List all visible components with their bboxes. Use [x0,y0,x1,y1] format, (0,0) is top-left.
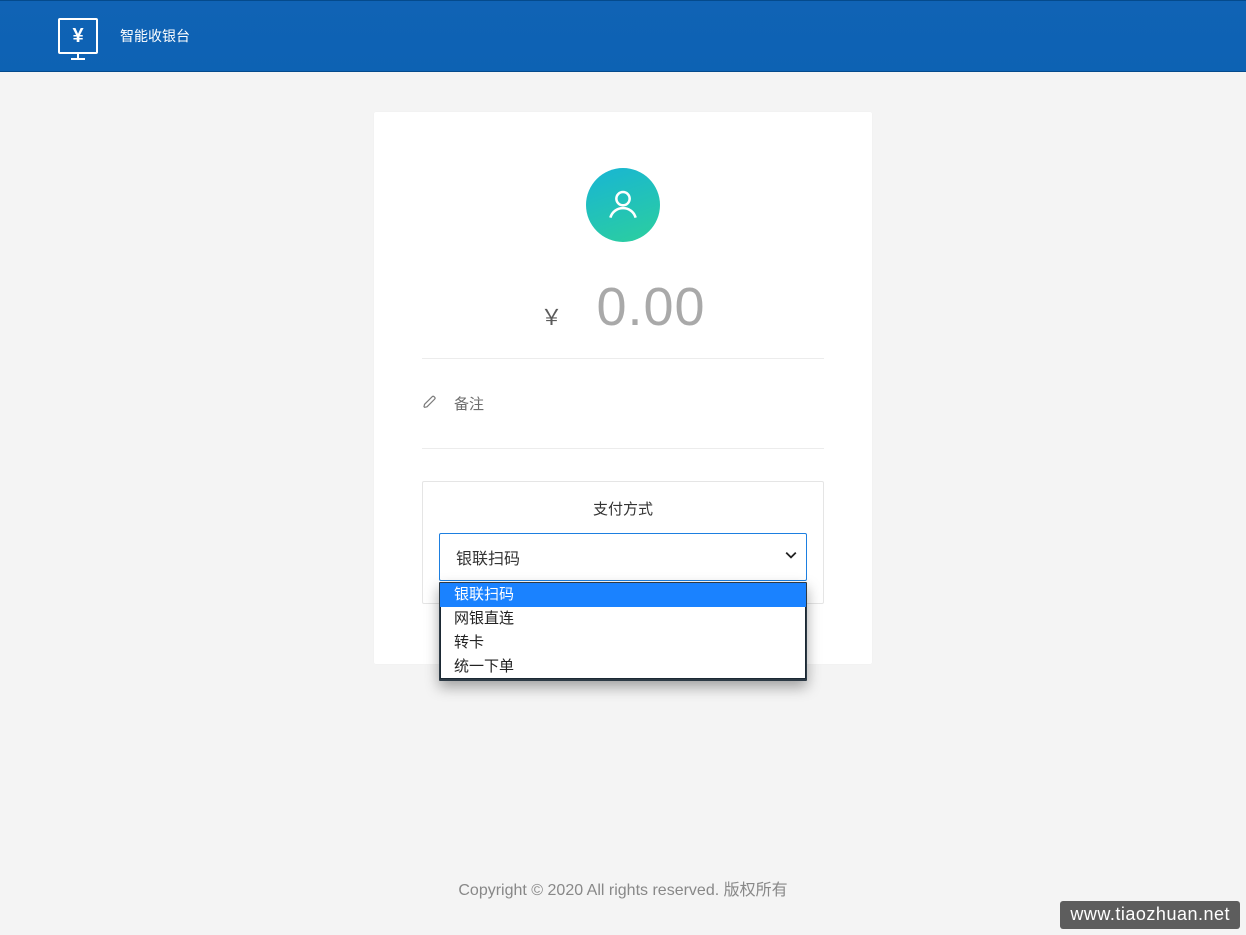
payment-method-select[interactable]: 银联扫码 [439,533,807,581]
avatar-icon [586,168,660,242]
payment-method-selected: 银联扫码 [456,545,520,569]
amount-row: ￥ 0.00 [422,276,824,359]
amount-value[interactable]: 0.00 [596,276,705,338]
watermark: www.tiaozhuan.net [1060,901,1240,929]
app-title: 智能收银台 [120,26,190,46]
payment-option[interactable]: 转卡 [440,631,806,655]
note-label: 备注 [454,393,484,414]
payment-option[interactable]: 统一下单 [440,655,806,679]
note-row[interactable]: 备注 [422,359,824,449]
payment-method-box: 支付方式 银联扫码 银联扫码 网银直连 转卡 统一下单 [422,481,824,604]
payment-method-title: 支付方式 [439,498,807,519]
payment-method-dropdown: 银联扫码 网银直连 转卡 统一下单 [439,582,807,681]
app-header: ¥ 智能收银台 [0,0,1246,72]
checkout-card: ￥ 0.00 备注 支付方式 银联扫码 银联扫码 网银直连 转卡 统一下单 [374,112,872,664]
footer-copyright: Copyright © 2020 All rights reserved. 版权… [0,876,1246,900]
logo-currency-symbol: ¥ [72,26,83,46]
logo-icon: ¥ [58,18,98,54]
payment-option[interactable]: 银联扫码 [440,583,806,607]
payment-option[interactable]: 网银直连 [440,607,806,631]
currency-symbol: ￥ [540,300,562,332]
edit-icon [422,394,438,414]
